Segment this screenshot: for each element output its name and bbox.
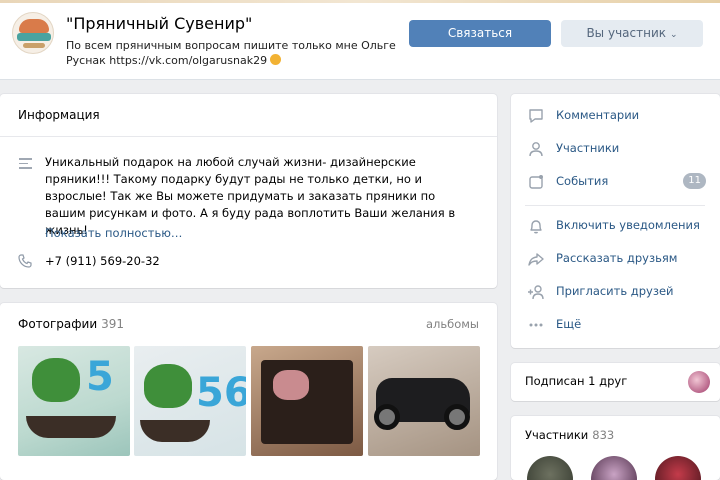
- share-icon: [528, 253, 544, 266]
- wheel-shape: [374, 404, 400, 430]
- logo-shape: [17, 33, 51, 41]
- photos-title-label: Фотографии: [18, 317, 98, 331]
- menu-item-label: События: [556, 174, 609, 188]
- boat-shape: [140, 420, 210, 442]
- bell-icon: [530, 220, 542, 234]
- phone-icon: [18, 254, 32, 268]
- menu-item-label: Пригласить друзей: [556, 284, 674, 298]
- menu-item-label: Комментарии: [556, 108, 640, 122]
- albums-link[interactable]: альбомы: [426, 317, 479, 331]
- member-avatar[interactable]: [591, 456, 637, 480]
- box-decoration: [273, 370, 309, 400]
- subscribed-friends-card[interactable]: Подписан 1 друг: [511, 363, 720, 401]
- photo-thumbnail[interactable]: 5: [18, 346, 130, 456]
- member-avatar[interactable]: [655, 456, 701, 480]
- group-header: "Пряничный Сувенир" По всем пряничным во…: [0, 0, 720, 80]
- boat-shape: [26, 416, 116, 438]
- photos-count: 391: [101, 317, 125, 331]
- member-avatar[interactable]: [527, 456, 573, 480]
- group-title: "Пряничный Сувенир": [66, 14, 253, 33]
- member-button-label: Вы участник: [586, 26, 666, 40]
- chevron-down-icon: ⌄: [670, 30, 678, 40]
- add-user-icon: [528, 285, 544, 300]
- frog-cookie-shape: [32, 358, 80, 402]
- menu-item-share[interactable]: Рассказать друзьям: [511, 244, 720, 274]
- menu-item-more[interactable]: Ещё: [511, 310, 720, 340]
- cover-image: [0, 0, 720, 3]
- menu-item-events[interactable]: События 11: [511, 167, 720, 197]
- subscribed-friends-label: Подписан 1 друг: [525, 374, 628, 388]
- menu-item-invite[interactable]: Пригласить друзей: [511, 277, 720, 307]
- group-avatar[interactable]: [12, 12, 54, 54]
- divider: [525, 205, 705, 206]
- photo-thumbnail[interactable]: [368, 346, 480, 456]
- photos-title[interactable]: Фотографии 391: [18, 317, 124, 331]
- description-icon: [19, 158, 32, 172]
- photos-card: Фотографии 391 альбомы 5 56: [0, 303, 497, 480]
- phone-number[interactable]: +7 (911) 569-20-32: [45, 254, 160, 268]
- friend-avatar[interactable]: [688, 371, 710, 393]
- group-status-text: По всем пряничным вопросам пишите только…: [66, 39, 396, 67]
- show-more-link[interactable]: Показать полностью…: [45, 226, 182, 240]
- members-title-label: Участники: [525, 428, 589, 442]
- calendar-icon: [529, 175, 543, 189]
- menu-item-label: Ещё: [556, 317, 582, 331]
- number-cookie-shape: 5: [86, 354, 114, 400]
- info-card: Информация Уникальный подарок на любой с…: [0, 94, 497, 288]
- members-title[interactable]: Участники 833: [525, 428, 614, 442]
- photo-thumbnail[interactable]: 56: [134, 346, 246, 456]
- menu-item-comments[interactable]: Комментарии: [511, 101, 720, 131]
- info-title: Информация: [18, 108, 100, 122]
- user-icon: [529, 142, 543, 157]
- group-status: По всем пряничным вопросам пишите только…: [66, 38, 396, 68]
- menu-item-label: Рассказать друзьям: [556, 251, 678, 265]
- menu-item-notifications[interactable]: Включить уведомления: [511, 211, 720, 241]
- member-dropdown-button[interactable]: Вы участник ⌄: [561, 20, 703, 47]
- logo-shape: [19, 19, 49, 33]
- frog-cookie-shape: [144, 364, 192, 408]
- more-icon: [529, 323, 543, 327]
- gift-box-shape: [261, 360, 353, 444]
- number-cookie-shape: 56: [196, 370, 246, 416]
- events-count-badge: 11: [683, 173, 706, 189]
- menu-item-label: Участники: [556, 141, 620, 155]
- menu-item-members[interactable]: Участники: [511, 134, 720, 164]
- wheel-shape: [444, 404, 470, 430]
- members-card: Участники 833: [511, 416, 720, 480]
- menu-item-label: Включить уведомления: [556, 218, 700, 232]
- photo-thumbnail[interactable]: [251, 346, 363, 456]
- heart-eyes-emoji-icon: [270, 54, 282, 65]
- members-count: 833: [592, 428, 615, 442]
- comment-icon: [529, 109, 543, 123]
- contact-button[interactable]: Связаться: [409, 20, 551, 47]
- logo-shape: [23, 43, 45, 48]
- group-actions-menu: Комментарии Участники События 11 Включит…: [511, 94, 720, 348]
- divider: [0, 136, 497, 137]
